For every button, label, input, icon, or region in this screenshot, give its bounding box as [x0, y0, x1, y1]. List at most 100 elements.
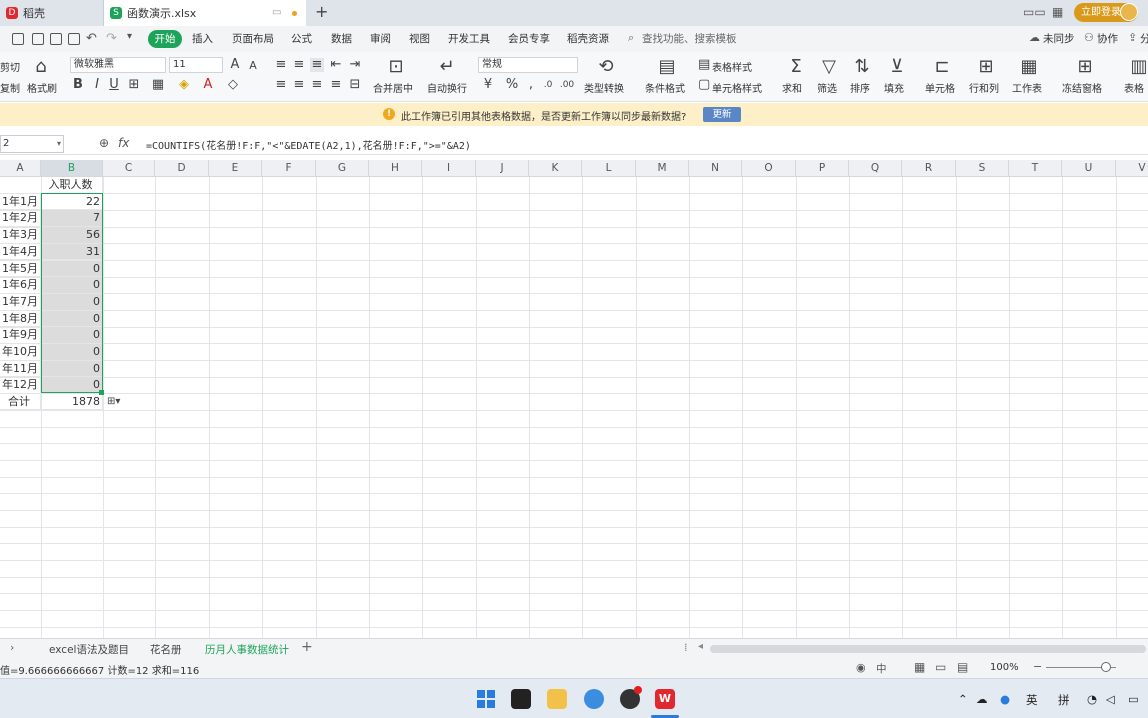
sheet-tab-roster[interactable]: 花名册: [150, 642, 182, 657]
sum-button[interactable]: 求和: [782, 80, 802, 95]
bold-icon[interactable]: B: [72, 78, 84, 92]
sum-icon[interactable]: Σ: [786, 57, 806, 77]
zoom-slider-knob[interactable]: [1101, 662, 1111, 672]
column-header-p[interactable]: P: [796, 160, 849, 177]
file-explorer-icon[interactable]: [547, 689, 567, 709]
page-break-view-icon[interactable]: ▤: [957, 660, 968, 674]
apps-grid-icon[interactable]: ▦: [1052, 5, 1063, 19]
worksheet-button[interactable]: 工作表: [1012, 80, 1042, 95]
sheet-tab-excel-syntax[interactable]: excel语法及题目: [49, 642, 129, 657]
cell-b6[interactable]: 0: [41, 260, 103, 278]
add-sheet-button[interactable]: +: [301, 639, 313, 655]
freeze-panes-button[interactable]: 冻结窗格: [1062, 80, 1102, 95]
customize-icon[interactable]: ▾: [127, 31, 132, 42]
sync-status[interactable]: 未同步: [1043, 31, 1075, 46]
column-header-g[interactable]: G: [316, 160, 369, 177]
cell-a6[interactable]: 1年5月: [0, 260, 41, 278]
cell-a10[interactable]: 1年9月: [0, 327, 41, 344]
indent-increase-icon[interactable]: ⇥: [348, 58, 362, 72]
type-convert-button[interactable]: 类型转换: [584, 80, 624, 95]
cell-button[interactable]: 单元格: [925, 80, 955, 95]
cell-b3[interactable]: 7: [41, 210, 103, 228]
cell-b8[interactable]: 0: [41, 293, 103, 311]
menu-view[interactable]: 视图: [409, 31, 430, 46]
cell-icon[interactable]: ⊏: [932, 57, 952, 77]
cut-button[interactable]: 剪切: [0, 59, 20, 74]
search-input[interactable]: 查找功能、搜索模板: [642, 31, 737, 46]
menu-start[interactable]: 开始: [148, 30, 182, 48]
layout-icon[interactable]: ▭▭: [1023, 5, 1046, 19]
thousands-icon[interactable]: ,: [524, 78, 538, 92]
column-header-n[interactable]: N: [689, 160, 742, 177]
normal-view-icon[interactable]: ▦: [914, 660, 925, 674]
column-header-u[interactable]: U: [1062, 160, 1116, 177]
align-top-icon[interactable]: ≡: [274, 58, 288, 72]
highlight-color-icon[interactable]: ◈: [177, 78, 191, 92]
underline-icon[interactable]: U: [108, 78, 120, 92]
column-header-v[interactable]: V: [1116, 160, 1148, 177]
menu-review[interactable]: 审阅: [370, 31, 391, 46]
align-center-icon[interactable]: ≡: [292, 78, 306, 92]
column-header-h[interactable]: H: [369, 160, 422, 177]
cell-a4[interactable]: 1年3月: [0, 227, 41, 244]
italic-icon[interactable]: I: [91, 78, 103, 92]
cell-b1[interactable]: 入职人数: [41, 177, 103, 194]
windows-start-icon[interactable]: [476, 689, 496, 709]
column-header-e[interactable]: E: [209, 160, 262, 177]
sheet-tab-monthly-hr-stats[interactable]: 历月人事数据统计: [205, 642, 289, 657]
font-name-select[interactable]: 微软雅黑: [70, 57, 166, 73]
table-tools-icon[interactable]: ▥: [1130, 57, 1148, 77]
row-col-button[interactable]: 行和列: [969, 80, 999, 95]
wps-icon[interactable]: W: [655, 689, 675, 709]
wrap-text-button[interactable]: 自动换行: [427, 80, 467, 95]
name-box[interactable]: 2 ▾: [0, 135, 64, 153]
scroll-left-icon[interactable]: ◂: [698, 641, 703, 652]
page-layout-view-icon[interactable]: ▭: [935, 660, 946, 674]
menu-insert[interactable]: 插入: [192, 31, 213, 46]
worksheet-icon[interactable]: ▦: [1019, 57, 1039, 77]
task-view-icon[interactable]: [511, 689, 531, 709]
onedrive-icon[interactable]: ☁: [976, 692, 988, 706]
sort-icon[interactable]: ⇅: [852, 57, 872, 77]
undo-icon[interactable]: ↶: [86, 31, 97, 46]
avatar-icon[interactable]: [1120, 3, 1138, 21]
table-tools-button[interactable]: 表格: [1124, 80, 1144, 95]
align-bottom-icon[interactable]: ≡: [310, 58, 324, 72]
cell-b4[interactable]: 56: [41, 227, 103, 244]
cell-a8[interactable]: 1年7月: [0, 293, 41, 311]
cell-style-button[interactable]: 单元格样式: [712, 80, 762, 95]
indent-decrease-icon[interactable]: ⇤: [329, 58, 343, 72]
column-header-c[interactable]: C: [103, 160, 155, 177]
menu-docer-resources[interactable]: 稻壳资源: [567, 31, 609, 46]
ime-indicator[interactable]: 拼: [1058, 692, 1070, 708]
eye-protect-icon[interactable]: ◉: [856, 661, 866, 674]
column-header-d[interactable]: D: [155, 160, 209, 177]
cell-b13[interactable]: 0: [41, 377, 103, 395]
cell-b5[interactable]: 31: [41, 243, 103, 261]
menu-data[interactable]: 数据: [331, 31, 352, 46]
column-header-m[interactable]: M: [636, 160, 689, 177]
menu-developer[interactable]: 开发工具: [448, 31, 490, 46]
column-header-q[interactable]: Q: [849, 160, 902, 177]
conditional-format-icon[interactable]: ▤: [657, 57, 677, 77]
recorder-icon[interactable]: [620, 686, 642, 709]
menu-icon[interactable]: [12, 33, 24, 45]
cell-b10[interactable]: 0: [41, 327, 103, 344]
sheet-nav-icon[interactable]: ›: [10, 641, 14, 654]
row-col-icon[interactable]: ⊞: [976, 57, 996, 77]
menu-page-layout[interactable]: 页面布局: [232, 31, 274, 46]
filter-button[interactable]: 筛选: [817, 80, 837, 95]
cell-b7[interactable]: 0: [41, 277, 103, 294]
justify-icon[interactable]: ≡: [329, 78, 343, 92]
align-right-icon[interactable]: ≡: [310, 78, 324, 92]
increase-decimal-icon[interactable]: .0: [541, 78, 555, 92]
lang-indicator[interactable]: 英: [1026, 692, 1038, 708]
align-left-icon[interactable]: ≡: [274, 78, 288, 92]
cell-a7[interactable]: 1年6月: [0, 277, 41, 294]
print-icon[interactable]: [50, 33, 62, 45]
paste-options-icon[interactable]: ⊞▾: [107, 396, 120, 407]
input-mode-indicator[interactable]: 中: [876, 661, 887, 676]
cell-b11[interactable]: 0: [41, 344, 103, 361]
zoom-out-icon[interactable]: −: [1033, 660, 1042, 673]
cell-a12[interactable]: 年11月: [0, 360, 41, 378]
